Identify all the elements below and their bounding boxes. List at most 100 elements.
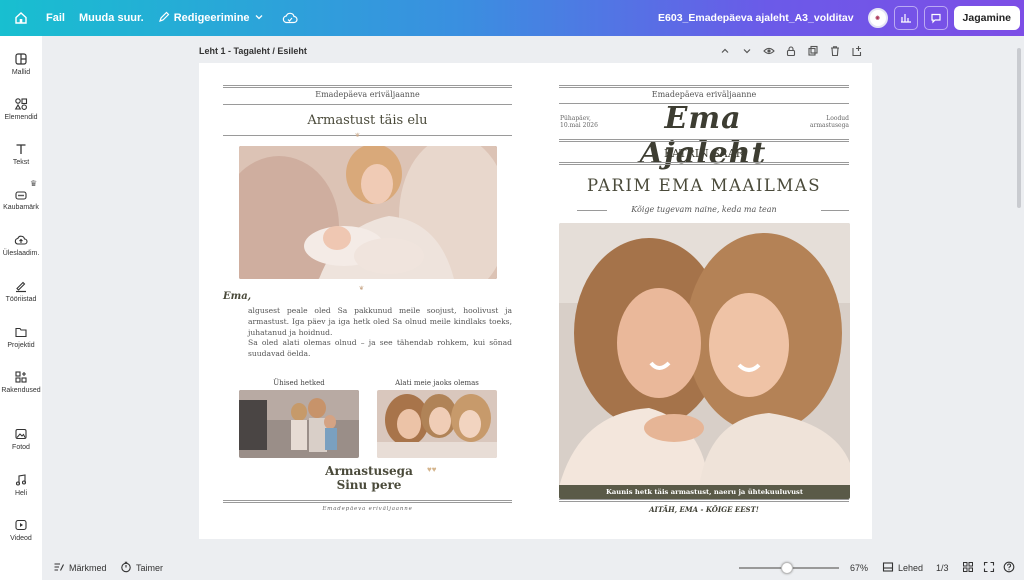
sidebar-item-label: Elemendid (4, 114, 38, 121)
fullscreen-icon[interactable] (983, 561, 995, 575)
resize-button[interactable]: Muuda suur. (79, 12, 144, 24)
grid-view-icon[interactable] (962, 561, 974, 575)
pages-button[interactable]: Lehed (882, 561, 923, 575)
body-text-2: Sa oled alati olemas olnud – ja see tähe… (248, 338, 512, 358)
left-header: Emadepäeva eriväljaanne (315, 90, 420, 99)
left-title: Armastust täis elu (307, 113, 428, 128)
chevron-down-icon[interactable] (740, 44, 754, 58)
insights-icon[interactable] (893, 6, 918, 30)
pages-icon (882, 561, 894, 575)
home-icon[interactable] (10, 7, 32, 29)
divider (559, 139, 849, 142)
photo-icon (14, 427, 28, 441)
zoom-level[interactable]: 67% (850, 563, 868, 573)
sidebar-item-label: Tekst (12, 159, 30, 166)
sidebar-item-brand[interactable]: ♛ Kaubamärk (0, 179, 42, 211)
lock-icon[interactable] (784, 44, 798, 58)
hearts-icon: ♥♥ (427, 465, 437, 474)
sidebar-item-apps[interactable]: Rakendused (0, 370, 42, 394)
divider (559, 499, 849, 502)
divider (223, 85, 512, 88)
subheadline: Kõige tugevam naine, keda ma tean (631, 205, 777, 214)
divider (559, 162, 849, 165)
vertical-scrollbar[interactable] (1017, 48, 1021, 208)
divider (559, 85, 849, 88)
divider (223, 500, 512, 503)
sidebar-item-videos[interactable]: Videod (0, 518, 42, 542)
chevron-down-icon (254, 12, 264, 25)
apps-icon (14, 370, 28, 384)
bottom-bar: Märkmed Taimer 67% Lehed 1/3 (42, 556, 1024, 580)
sidebar-item-audio[interactable]: Heli (0, 473, 42, 497)
sidebar-item-text[interactable]: Tekst (0, 142, 42, 166)
sidebar-item-photos[interactable]: Fotod (0, 427, 42, 451)
left-footer: Emadepäeva eriväljaanne (322, 506, 413, 512)
duplicate-icon[interactable] (806, 44, 820, 58)
template-icon (14, 52, 28, 66)
editing-mode-dropdown[interactable]: Redigeerimine (158, 11, 264, 26)
avatar[interactable]: ◉ (867, 8, 888, 28)
masthead: Ema Ajaleht (639, 101, 767, 171)
eye-icon[interactable] (762, 44, 776, 58)
left-sidebar: Mallid Elemendid Tekst ♛ Kaubamärk Ülesl… (0, 36, 42, 580)
comment-icon[interactable] (923, 6, 948, 30)
timer-label: Taimer (136, 563, 164, 573)
family-photo-2[interactable] (377, 390, 497, 458)
file-menu[interactable]: Fail (46, 12, 65, 24)
music-icon (14, 473, 28, 487)
mother-baby-photo[interactable] (239, 146, 497, 279)
right-footer: AITÄH, EMA - KÕIGE EEST! (649, 505, 759, 514)
sidebar-item-label: Mallid (11, 69, 31, 76)
timer-button[interactable]: Taimer (120, 561, 163, 575)
right-header: Emadepäeva eriväljaanne (651, 90, 757, 99)
chevron-up-icon[interactable] (718, 44, 732, 58)
signoff-line-1: Armastusega (325, 464, 413, 478)
top-bar: Fail Muuda suur. Redigeerimine E603_Emad… (0, 0, 1024, 36)
sidebar-item-projects[interactable]: Projektid (0, 325, 42, 349)
share-button[interactable]: Jagamine (953, 6, 1020, 30)
folder-icon (14, 325, 28, 339)
sidebar-item-templates[interactable]: Mallid (0, 52, 42, 76)
tag-line-1: Loodud (826, 115, 849, 122)
family-photo-1[interactable] (239, 390, 359, 458)
cloud-sync-icon[interactable] (282, 12, 298, 24)
page-count: 1/3 (936, 563, 949, 573)
video-icon (14, 518, 28, 532)
sidebar-item-label: Projektid (7, 342, 35, 349)
zoom-slider[interactable] (739, 562, 839, 574)
design-canvas[interactable]: Emadepäeva eriväljaanne Armastust täis e… (199, 63, 872, 539)
crown-icon: ♛ (30, 179, 38, 188)
page-toolbar (718, 44, 864, 58)
date-line-1: Pühapäev, (560, 115, 591, 122)
trash-icon[interactable] (828, 44, 842, 58)
add-page-icon[interactable] (850, 44, 864, 58)
notes-icon (53, 561, 65, 575)
pencil-icon (158, 11, 170, 26)
zoom-slider-handle[interactable] (781, 562, 793, 574)
greeting: Ema, (223, 291, 252, 302)
notes-label: Märkmed (69, 563, 107, 573)
sidebar-item-label: Kaubamärk (3, 204, 39, 211)
sidebar-item-tools[interactable]: Tööriistad (0, 279, 42, 303)
notes-button[interactable]: Märkmed (53, 561, 107, 575)
tools-icon (14, 279, 28, 293)
sidebar-item-uploads[interactable]: Üleslaadim. (0, 233, 42, 257)
document-title[interactable]: E603_Emadepäeva ajaleht_A3_volditav (658, 12, 854, 24)
ornament-icon: ❦ (359, 286, 365, 292)
help-icon[interactable] (1003, 561, 1015, 575)
tag-line-2: armastusega (809, 122, 849, 129)
sidebar-item-label: Videod (10, 535, 32, 542)
text-icon (14, 142, 28, 156)
sidebar-item-label: Heli (14, 490, 28, 497)
brand-icon (14, 187, 28, 201)
sidebar-item-elements[interactable]: Elemendid (0, 97, 42, 121)
caption-2: Alati meie jaoks olemas (395, 379, 479, 387)
elements-icon (14, 97, 28, 111)
caption-1: Ühised hetked (273, 379, 325, 387)
date-line-2: 10.mai 2026 (560, 122, 598, 129)
photo-caption: Kaunis hetk täis armastust, naeru ja üht… (559, 485, 850, 499)
page-label[interactable]: Leht 1 - Tagaleht / Esileht (199, 46, 307, 56)
divider (223, 135, 512, 136)
body-text-1: algusest peale oled Sa pakkunud meile so… (248, 306, 512, 337)
mother-daughter-photo[interactable]: Kaunis hetk täis armastust, naeru ja üht… (559, 223, 850, 499)
